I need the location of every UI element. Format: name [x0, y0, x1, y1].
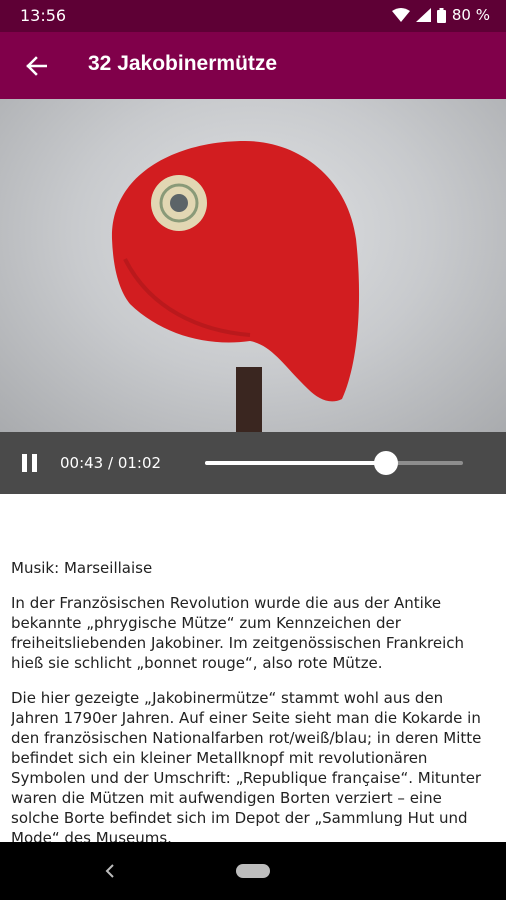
navigation-bar — [0, 842, 506, 900]
wifi-icon — [391, 8, 410, 22]
nav-home-button[interactable] — [236, 864, 270, 878]
cell-signal-icon — [415, 8, 431, 22]
battery-level: 80 % — [451, 6, 490, 24]
pause-icon — [22, 454, 27, 472]
status-bar: 13:56 80 % — [0, 0, 506, 32]
seek-thumb[interactable] — [373, 451, 398, 475]
pause-button[interactable] — [15, 448, 45, 478]
app-bar: 32 Jakobinermütze — [0, 32, 506, 99]
nav-back-icon[interactable] — [98, 859, 122, 883]
playback-time: 00:43 / 01:02 — [60, 454, 162, 472]
back-button[interactable] — [14, 44, 58, 88]
audio-player: 00:43 / 01:02 — [0, 432, 506, 494]
paragraph: Musik: Marseillaise — [11, 559, 153, 577]
battery-icon — [436, 7, 446, 23]
seek-progress — [205, 461, 386, 465]
paragraph: Die hier gezeigte „Jakobinermütze“ stamm… — [11, 689, 482, 842]
status-time: 13:56 — [20, 6, 67, 25]
arrow-left-icon — [26, 56, 47, 76]
paragraph: In der Französischen Revolution wurde di… — [11, 594, 464, 672]
description-text: Musik: Marseillaise In der Französischen… — [11, 558, 493, 842]
stand-pole — [236, 367, 262, 432]
status-icons: 80 % — [391, 6, 490, 24]
seek-slider[interactable] — [205, 450, 463, 476]
page-title: 32 Jakobinermütze — [88, 52, 278, 75]
red-cap — [111, 141, 360, 402]
exhibit-photo — [0, 99, 506, 432]
